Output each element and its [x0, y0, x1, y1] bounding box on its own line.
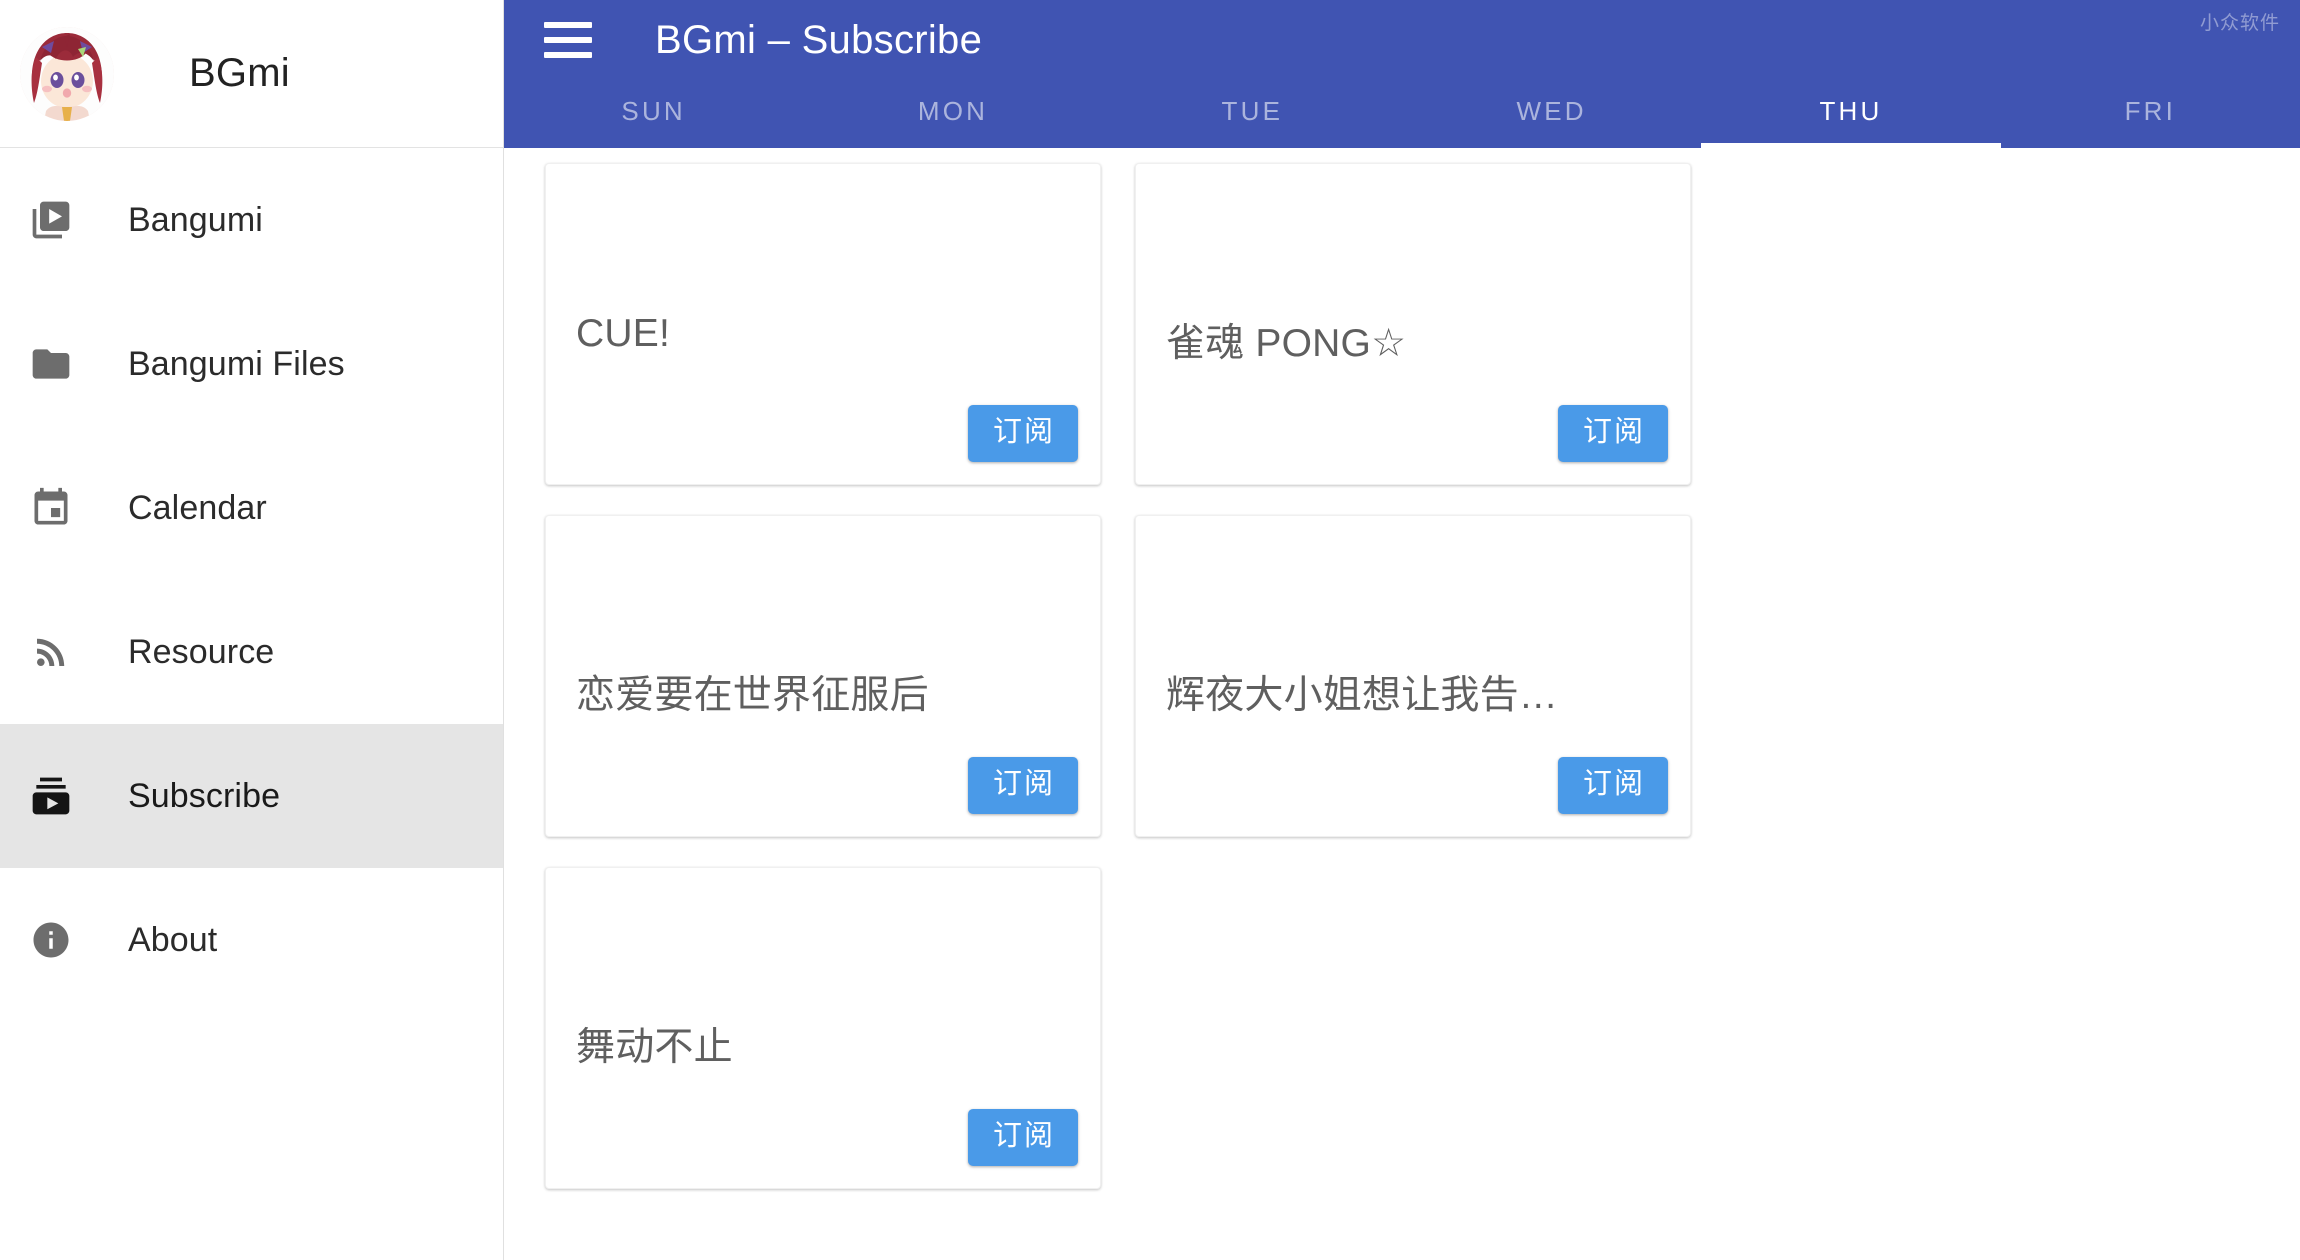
hamburger-menu-icon[interactable]	[544, 18, 598, 62]
tab-label: WED	[1516, 95, 1587, 126]
tab-label: THU	[1819, 95, 1883, 126]
bangumi-title: CUE!	[576, 312, 670, 355]
card-action: 订阅	[967, 1109, 1078, 1166]
calendar-icon	[28, 485, 74, 531]
page-title: BGmi – Subscribe	[655, 17, 983, 62]
sidebar-item-calendar[interactable]: Calendar	[0, 436, 503, 580]
tab-thu[interactable]: THU	[1701, 80, 2001, 148]
subscribe-button[interactable]: 订阅	[1557, 405, 1668, 462]
tab-tue[interactable]: TUE	[1103, 80, 1402, 148]
tab-fri[interactable]: FRI	[2001, 80, 2300, 148]
card-action: 订阅	[967, 405, 1078, 462]
hamburger-bar	[544, 22, 592, 28]
bangumi-card[interactable]: CUE! 订阅	[545, 163, 1101, 485]
subscriptions-icon	[28, 773, 74, 819]
subscribe-button[interactable]: 订阅	[1557, 757, 1668, 814]
watermark: 小众软件	[2199, 13, 2280, 34]
sidebar-item-label: Calendar	[128, 488, 267, 527]
tab-label: MON	[917, 95, 989, 126]
bangumi-title: 恋爱要在世界征服后	[576, 674, 929, 717]
sidebar-item-label: About	[128, 920, 218, 959]
card-action: 订阅	[967, 757, 1078, 814]
subscribe-button[interactable]: 订阅	[967, 757, 1078, 814]
video-library-icon	[28, 197, 74, 243]
weekday-tabs: SUN MON TUE WED THU FRI	[504, 80, 2300, 148]
tab-label: SUN	[621, 95, 686, 126]
bangumi-title: 辉夜大小姐想让我告…	[1166, 674, 1559, 717]
sidebar-item-subscribe[interactable]: Subscribe	[0, 724, 503, 868]
tab-wed[interactable]: WED	[1402, 80, 1701, 148]
sidebar-item-label: Subscribe	[128, 776, 281, 815]
hamburger-bar	[544, 52, 592, 58]
tab-mon[interactable]: MON	[803, 80, 1102, 148]
app-bar: BGmi – Subscribe 小众软件 SUN MON TUE WED TH…	[504, 0, 2300, 148]
bangumi-card[interactable]: 雀魂 PONG☆ 订阅	[1135, 163, 1691, 485]
bangumi-title: 雀魂 PONG☆	[1166, 322, 1407, 365]
subscribe-button[interactable]: 订阅	[967, 405, 1078, 462]
brand-name: BGmi	[189, 51, 290, 95]
bangumi-title: 舞动不止	[576, 1026, 733, 1069]
hamburger-bar	[544, 37, 592, 43]
sidebar-item-bangumi[interactable]: Bangumi	[0, 148, 503, 292]
bangumi-card[interactable]: 恋爱要在世界征服后 订阅	[545, 515, 1101, 837]
app-root: BGmi Bangumi Bangumi Files Calendar Reso…	[0, 0, 2300, 1260]
sidebar-item-label: Bangumi	[128, 200, 263, 239]
rss-feed-icon	[28, 629, 74, 675]
sidebar: BGmi Bangumi Bangumi Files Calendar Reso…	[0, 0, 504, 1260]
sidebar-item-resource[interactable]: Resource	[0, 580, 503, 724]
sidebar-nav: Bangumi Bangumi Files Calendar Resource …	[0, 148, 503, 1012]
sidebar-header: BGmi	[0, 0, 503, 148]
sidebar-item-label: Bangumi Files	[128, 344, 345, 383]
tab-label: TUE	[1221, 95, 1284, 126]
info-icon	[28, 917, 74, 963]
avatar	[20, 26, 114, 121]
bangumi-card[interactable]: 辉夜大小姐想让我告… 订阅	[1135, 515, 1691, 837]
sidebar-item-label: Resource	[128, 632, 275, 671]
card-action: 订阅	[1557, 757, 1668, 814]
bangumi-card-grid: CUE! 订阅 雀魂 PONG☆ 订阅 恋爱要在世界征服后 订阅 辉夜大小姐想让…	[504, 148, 2300, 1219]
subscribe-button[interactable]: 订阅	[967, 1109, 1078, 1166]
tab-label: FRI	[2124, 95, 2177, 126]
content-area: CUE! 订阅 雀魂 PONG☆ 订阅 恋爱要在世界征服后 订阅 辉夜大小姐想让…	[504, 148, 2300, 1260]
bangumi-card[interactable]: 舞动不止 订阅	[545, 867, 1101, 1189]
avatar-image	[20, 26, 114, 121]
sidebar-item-about[interactable]: About	[0, 868, 503, 1012]
card-action: 订阅	[1557, 405, 1668, 462]
tab-sun[interactable]: SUN	[504, 80, 803, 148]
app-bar-top: BGmi – Subscribe 小众软件	[504, 0, 2300, 80]
folder-icon	[28, 341, 74, 387]
sidebar-item-bangumi-files[interactable]: Bangumi Files	[0, 292, 503, 436]
